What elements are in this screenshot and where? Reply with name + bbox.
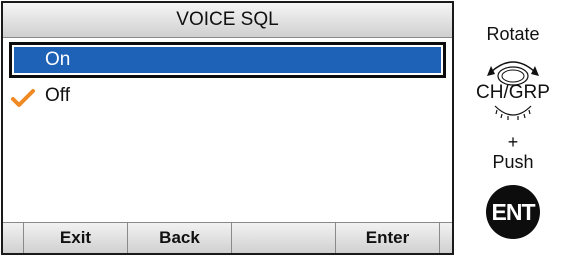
plus-label: + [507,132,519,152]
menu-item-off[interactable]: Off [9,81,446,117]
lcd-screen: VOICE SQL On Off Exit Back Enter [1,1,454,255]
check-icon [11,89,35,107]
instruction-figure: VOICE SQL On Off Exit Back Enter Rotate [0,0,564,257]
softkey-blank-left [3,223,23,253]
menu-item-on[interactable]: On [9,42,446,78]
softkey-blank-right [439,223,452,253]
menu-item-label: Off [45,85,70,106]
menu-list: On Off [3,37,452,223]
ent-key: ENT [486,185,540,239]
menu-item-label: On [45,49,71,70]
softkey-blank[interactable] [231,223,335,253]
rotate-label: Rotate [486,24,540,44]
operation-instructions: Rotate CH/GRP + Push ENT [462,0,564,257]
enter-softkey[interactable]: Enter [335,223,439,253]
back-softkey[interactable]: Back [127,223,231,253]
exit-softkey[interactable]: Exit [23,223,127,253]
knob-label: CH/GRP [476,82,550,103]
push-label: Push [492,152,534,172]
softkey-bar: Exit Back Enter [3,222,452,253]
selection-highlight [14,47,441,73]
screen-title: VOICE SQL [3,3,452,38]
